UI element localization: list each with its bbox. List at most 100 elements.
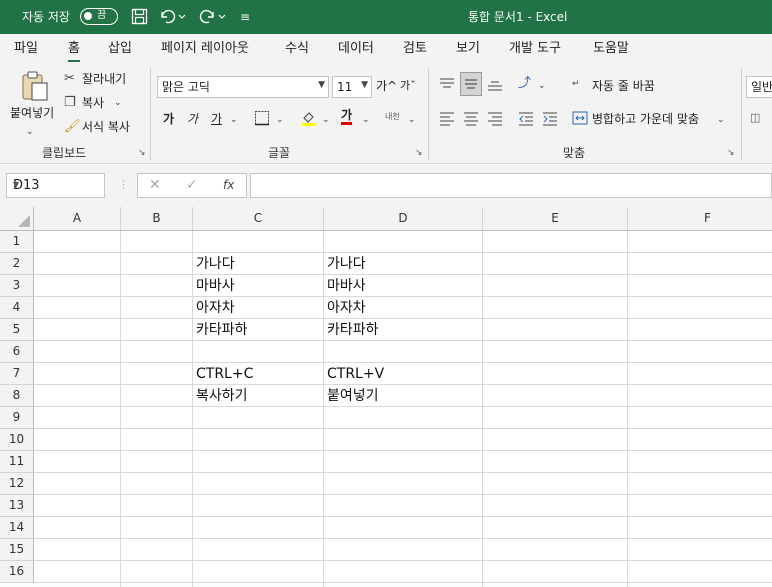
select-all-button[interactable]: [0, 207, 34, 231]
phonetic-button[interactable]: 내천: [385, 109, 400, 125]
orientation-icon[interactable]: ⤴: [518, 76, 531, 92]
column-header-e[interactable]: E: [483, 207, 628, 231]
merge-dropdown-icon[interactable]: ⌄: [717, 112, 725, 128]
font-color-dropdown-icon[interactable]: ⌄: [362, 112, 370, 128]
cell-d8[interactable]: 붙여넣기: [324, 385, 483, 407]
wrap-text-icon[interactable]: ↵: [572, 76, 580, 92]
italic-button[interactable]: 가: [187, 111, 198, 127]
orientation-dropdown-icon[interactable]: ⌄: [538, 78, 546, 94]
paste-icon[interactable]: [20, 70, 50, 107]
tab-help[interactable]: 도움말: [593, 40, 629, 58]
column-header-c[interactable]: C: [193, 207, 324, 231]
column-header-b[interactable]: B: [121, 207, 193, 231]
align-bottom-icon[interactable]: [487, 76, 503, 97]
customize-toolbar-icon[interactable]: ≡: [240, 9, 250, 25]
currency-format-icon[interactable]: ◫: [750, 110, 760, 126]
row-header-7[interactable]: 7: [0, 363, 34, 385]
enter-icon[interactable]: ✓: [186, 177, 198, 193]
cell-c2[interactable]: 가나다: [193, 253, 324, 275]
save-icon[interactable]: [131, 8, 148, 28]
row-header-16[interactable]: 16: [0, 561, 34, 583]
cell-d5[interactable]: 카타파하: [324, 319, 483, 341]
format-painter-button[interactable]: 서식 복사: [82, 119, 130, 135]
tab-insert[interactable]: 삽입: [108, 40, 132, 58]
autosave-toggle[interactable]: 끔: [80, 8, 118, 25]
cut-button[interactable]: 잘라내기: [82, 71, 126, 87]
insert-function-button[interactable]: fx: [223, 178, 234, 192]
row-header-5[interactable]: 5: [0, 319, 34, 341]
tab-formulas[interactable]: 수식: [285, 40, 309, 58]
cell-d3[interactable]: 마바사: [324, 275, 483, 297]
cell-c7[interactable]: CTRL+C: [193, 363, 324, 385]
cell-c3[interactable]: 마바사: [193, 275, 324, 297]
phonetic-dropdown-icon[interactable]: ⌄: [408, 112, 416, 128]
cut-icon[interactable]: ✂: [64, 71, 75, 87]
column-header-f[interactable]: F: [628, 207, 772, 231]
tab-review[interactable]: 검토: [403, 40, 427, 58]
row-header-3[interactable]: 3: [0, 275, 34, 297]
number-format-select[interactable]: 일반: [746, 76, 772, 98]
row-header-4[interactable]: 4: [0, 297, 34, 319]
worksheet-grid[interactable]: ABCDEF 1 2 3 4 5 6 7 8 9 10 11 12 13 14 15 16 가나다 가나다 마바사…: [0, 207, 772, 587]
alignment-launcher-icon[interactable]: ↘: [727, 148, 735, 158]
cancel-icon[interactable]: ✕: [149, 177, 161, 193]
font-size-select[interactable]: 11 ▼: [332, 76, 372, 98]
name-box[interactable]: D13 ▼: [6, 173, 105, 198]
row-header-9[interactable]: 9: [0, 407, 34, 429]
merge-center-button[interactable]: 병합하고 가운데 맞춤: [592, 111, 699, 127]
paste-button[interactable]: 붙여넣기: [10, 105, 54, 121]
wrap-text-button[interactable]: 자동 줄 바꿈: [592, 78, 655, 94]
row-header-2[interactable]: 2: [0, 253, 34, 275]
decrease-font-button[interactable]: 가ˇ: [400, 78, 416, 94]
align-right-icon[interactable]: [487, 110, 503, 131]
row-header-12[interactable]: 12: [0, 473, 34, 495]
cell-d4[interactable]: 아자차: [324, 297, 483, 319]
cell-d2[interactable]: 가나다: [324, 253, 483, 275]
column-header-a[interactable]: A: [34, 207, 121, 231]
tab-home[interactable]: 홈: [68, 40, 80, 62]
font-name-select[interactable]: 맑은 고딕 ▼: [157, 76, 329, 98]
cell-d7[interactable]: CTRL+V: [324, 363, 483, 385]
underline-dropdown-icon[interactable]: ⌄: [230, 112, 238, 128]
row-header-6[interactable]: 6: [0, 341, 34, 363]
formula-bar-grip-icon[interactable]: ⋮: [118, 178, 129, 191]
border-icon[interactable]: [254, 110, 270, 131]
tab-page-layout[interactable]: 페이지 레이아웃: [161, 40, 249, 58]
paste-dropdown-icon[interactable]: ⌄: [26, 124, 34, 140]
align-middle-icon[interactable]: [460, 72, 482, 96]
increase-indent-icon[interactable]: [542, 110, 558, 131]
formula-input[interactable]: [250, 173, 772, 198]
tab-data[interactable]: 데이터: [338, 40, 374, 58]
row-header-10[interactable]: 10: [0, 429, 34, 451]
redo-icon[interactable]: [198, 8, 226, 28]
cell-c5[interactable]: 카타파하: [193, 319, 324, 341]
row-header-8[interactable]: 8: [0, 385, 34, 407]
tab-file[interactable]: 파일: [14, 40, 38, 58]
copy-icon[interactable]: ❐: [64, 95, 76, 111]
tab-view[interactable]: 보기: [456, 40, 480, 58]
cell-c8[interactable]: 복사하기: [193, 385, 324, 407]
fill-dropdown-icon[interactable]: ⌄: [322, 112, 330, 128]
merge-center-icon[interactable]: [572, 110, 588, 131]
align-center-icon[interactable]: [463, 110, 479, 131]
row-header-15[interactable]: 15: [0, 539, 34, 561]
copy-dropdown-icon[interactable]: ⌄: [114, 95, 122, 111]
font-launcher-icon[interactable]: ↘: [415, 148, 423, 158]
fill-color-icon[interactable]: [300, 109, 318, 132]
clipboard-launcher-icon[interactable]: ↘: [138, 148, 146, 158]
row-header-14[interactable]: 14: [0, 517, 34, 539]
cell-c4[interactable]: 아자차: [193, 297, 324, 319]
bold-button[interactable]: 가: [163, 111, 174, 127]
undo-icon[interactable]: [158, 8, 186, 28]
align-top-icon[interactable]: [439, 76, 455, 97]
row-header-11[interactable]: 11: [0, 451, 34, 473]
format-painter-icon[interactable]: 🖌: [64, 119, 81, 135]
copy-button[interactable]: 복사: [82, 95, 104, 111]
tab-developer[interactable]: 개발 도구: [509, 40, 561, 58]
decrease-indent-icon[interactable]: [518, 110, 534, 131]
column-header-d[interactable]: D: [324, 207, 483, 231]
border-dropdown-icon[interactable]: ⌄: [276, 112, 284, 128]
row-header-13[interactable]: 13: [0, 495, 34, 517]
underline-button[interactable]: 가: [211, 111, 222, 127]
row-header-1[interactable]: 1: [0, 231, 34, 253]
